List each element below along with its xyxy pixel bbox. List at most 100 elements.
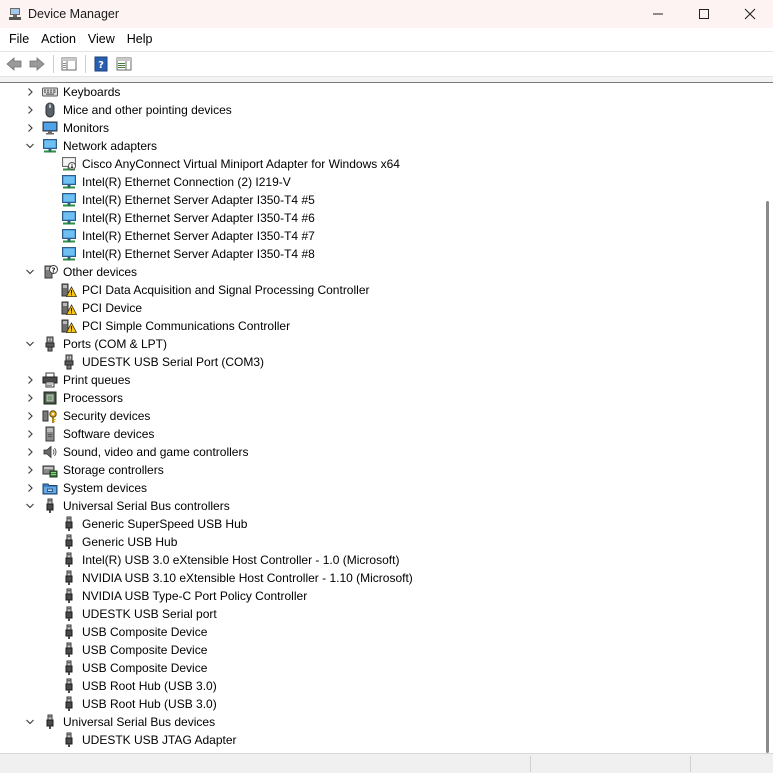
chevron-right-icon[interactable]: [24, 461, 36, 479]
tree-device-row[interactable]: NVIDIA USB 3.10 eXtensible Host Controll…: [0, 569, 762, 587]
menu-view[interactable]: View: [82, 28, 121, 51]
action-pane-button[interactable]: [113, 54, 135, 74]
tree-device-row[interactable]: Intel(R) Ethernet Server Adapter I350-T4…: [0, 245, 762, 263]
tree-category-row[interactable]: Ports (COM & LPT): [0, 335, 762, 353]
tree-item-label: Intel(R) Ethernet Server Adapter I350-T4…: [82, 247, 315, 261]
tree-item-label: Monitors: [63, 121, 110, 135]
usb-icon: [42, 714, 58, 730]
minimize-icon: [653, 13, 663, 15]
tree-device-row[interactable]: Intel(R) Ethernet Server Adapter I350-T4…: [0, 191, 762, 209]
chevron-right-icon[interactable]: [24, 389, 36, 407]
tree-category-row[interactable]: ? Other devices: [0, 263, 762, 281]
network-adapter-icon: [42, 138, 58, 154]
tree-device-row[interactable]: Generic USB Hub: [0, 533, 762, 551]
tree-category-row[interactable]: Software devices: [0, 425, 762, 443]
tree-category-row[interactable]: System devices: [0, 479, 762, 497]
tree-item-label: Storage controllers: [63, 463, 164, 477]
chevron-down-icon[interactable]: [24, 713, 36, 731]
tree-device-row[interactable]: UDESTK USB Serial Port (COM3): [0, 353, 762, 371]
tree-item-label: Sound, video and game controllers: [63, 445, 249, 459]
tree-device-row[interactable]: USB Root Hub (USB 3.0): [0, 695, 762, 713]
maximize-button[interactable]: [681, 0, 727, 28]
usb-icon: [61, 696, 77, 712]
chevron-right-icon[interactable]: [24, 479, 36, 497]
tree-item-label: NVIDIA USB Type-C Port Policy Controller: [82, 589, 308, 603]
tree-device-row[interactable]: UDESTK USB Serial port: [0, 605, 762, 623]
tree-category-row[interactable]: Monitors: [0, 119, 762, 137]
tree-device-row[interactable]: Intel(R) Ethernet Server Adapter I350-T4…: [0, 227, 762, 245]
tree-item-label: Intel(R) Ethernet Server Adapter I350-T4…: [82, 211, 315, 225]
chevron-down-icon[interactable]: [24, 335, 36, 353]
tree-device-row[interactable]: USB Composite Device: [0, 659, 762, 677]
menu-action[interactable]: Action: [35, 28, 82, 51]
minimize-button[interactable]: [635, 0, 681, 28]
chevron-right-icon[interactable]: [24, 425, 36, 443]
tree-device-row[interactable]: PCI Simple Communications Controller: [0, 317, 762, 335]
tree-item-label: Mice and other pointing devices: [63, 103, 232, 117]
tree-device-row[interactable]: Cisco AnyConnect Virtual Miniport Adapte…: [0, 155, 762, 173]
chevron-right-icon[interactable]: [24, 119, 36, 137]
chevron-down-icon[interactable]: [24, 497, 36, 515]
usb-icon: [61, 660, 77, 676]
tree-device-row[interactable]: NVIDIA USB Type-C Port Policy Controller: [0, 587, 762, 605]
other-devices-icon: ?: [42, 264, 58, 280]
tree-item-label: Ports (COM & LPT): [63, 337, 168, 351]
tree-item-label: UDESTK USB Serial port: [82, 607, 217, 621]
maximize-icon: [699, 9, 709, 19]
usb-icon: [61, 534, 77, 550]
help-button[interactable]: ?: [90, 54, 112, 74]
chevron-right-icon[interactable]: [24, 407, 36, 425]
tree-item-label: Intel(R) Ethernet Server Adapter I350-T4…: [82, 193, 315, 207]
tree-device-row[interactable]: PCI Device: [0, 299, 762, 317]
tree-device-row[interactable]: USB Composite Device: [0, 641, 762, 659]
network-adapter-icon: [61, 192, 77, 208]
tree-category-row[interactable]: Universal Serial Bus devices: [0, 713, 762, 731]
tree-item-label: Security devices: [63, 409, 151, 423]
tree-device-row[interactable]: PCI Data Acquisition and Signal Processi…: [0, 281, 762, 299]
tree-device-row[interactable]: USB Root Hub (USB 3.0): [0, 677, 762, 695]
tree-category-row[interactable]: Security devices: [0, 407, 762, 425]
tree-category-row[interactable]: Mice and other pointing devices: [0, 101, 762, 119]
vertical-scrollbar[interactable]: [762, 82, 773, 753]
tree-device-row[interactable]: Intel(R) Ethernet Server Adapter I350-T4…: [0, 209, 762, 227]
tree-item-label: Software devices: [63, 427, 155, 441]
show-hide-console-tree-button[interactable]: [58, 54, 80, 74]
tree-category-row[interactable]: Print queues: [0, 371, 762, 389]
device-tree[interactable]: Keyboards Mice and other pointing devices…: [0, 82, 762, 753]
usb-icon: [61, 552, 77, 568]
chevron-down-icon[interactable]: [24, 263, 36, 281]
svg-text:?: ?: [98, 60, 104, 71]
warning-device-icon: [61, 318, 78, 334]
back-button[interactable]: [3, 54, 25, 74]
scrollbar-thumb[interactable]: [766, 201, 769, 753]
close-button[interactable]: [727, 0, 773, 28]
tree-item-label: Intel(R) USB 3.0 eXtensible Host Control…: [82, 553, 400, 567]
tree-category-row[interactable]: Sound, video and game controllers: [0, 443, 762, 461]
network-adapter-icon: [61, 246, 77, 262]
tree-category-row[interactable]: Storage controllers: [0, 461, 762, 479]
tree-category-row[interactable]: Network adapters: [0, 137, 762, 155]
tree-item-label: PCI Device: [82, 301, 143, 315]
tree-category-row[interactable]: Keyboards: [0, 83, 762, 101]
tree-device-row[interactable]: Intel(R) Ethernet Connection (2) I219-V: [0, 173, 762, 191]
tree-device-row[interactable]: Generic SuperSpeed USB Hub: [0, 515, 762, 533]
chevron-right-icon[interactable]: [24, 443, 36, 461]
tree-category-row[interactable]: Processors: [0, 389, 762, 407]
chevron-right-icon[interactable]: [24, 371, 36, 389]
tree-item-label: USB Root Hub (USB 3.0): [82, 679, 217, 693]
tree-device-row[interactable]: USB Composite Device: [0, 623, 762, 641]
tree-item-label: Network adapters: [63, 139, 158, 153]
chevron-down-icon[interactable]: [24, 137, 36, 155]
tree-item-label: Print queues: [63, 373, 131, 387]
menu-file[interactable]: File: [3, 28, 35, 51]
tree-category-row[interactable]: Universal Serial Bus controllers: [0, 497, 762, 515]
monitor-icon: [42, 120, 58, 136]
forward-button[interactable]: [26, 54, 48, 74]
chevron-right-icon[interactable]: [24, 83, 36, 101]
menu-help[interactable]: Help: [121, 28, 159, 51]
tree-device-row[interactable]: UDESTK USB JTAG Adapter: [0, 731, 762, 749]
toolbar-separator: [85, 55, 86, 73]
chevron-right-icon[interactable]: [24, 101, 36, 119]
tree-device-row[interactable]: Intel(R) USB 3.0 eXtensible Host Control…: [0, 551, 762, 569]
port-icon: [61, 354, 77, 370]
